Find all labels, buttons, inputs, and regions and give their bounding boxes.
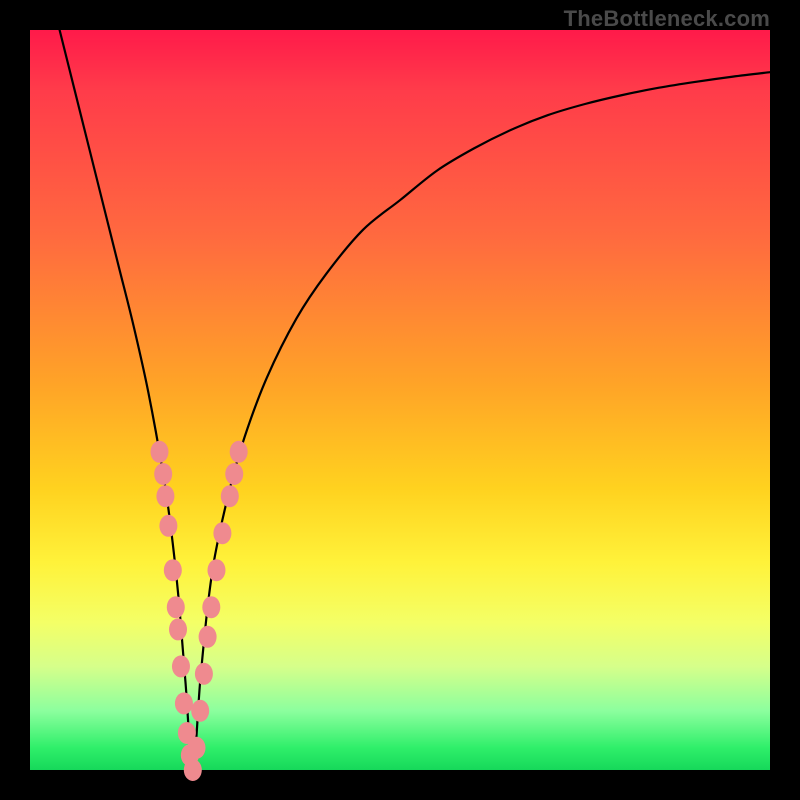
curve-marker (213, 522, 231, 544)
curve-marker (164, 559, 182, 581)
curve-marker (188, 737, 206, 759)
curve-marker (184, 759, 202, 781)
watermark-text: TheBottleneck.com (564, 6, 770, 32)
curve-marker (156, 485, 174, 507)
curve-markers (151, 441, 248, 781)
curve-marker (207, 559, 225, 581)
curve-marker (195, 663, 213, 685)
curve-marker (151, 441, 169, 463)
chart-frame: TheBottleneck.com (0, 0, 800, 800)
curve-marker (221, 485, 239, 507)
curve-marker (202, 596, 220, 618)
bottleneck-curve (60, 30, 770, 770)
chart-overlay (30, 30, 770, 770)
curve-marker (154, 463, 172, 485)
curve-marker (175, 692, 193, 714)
curve-marker (199, 626, 217, 648)
curve-marker (230, 441, 248, 463)
curve-marker (191, 700, 209, 722)
curve-marker (172, 655, 190, 677)
curve-marker (169, 618, 187, 640)
curve-marker (225, 463, 243, 485)
curve-marker (159, 515, 177, 537)
curve-marker (167, 596, 185, 618)
